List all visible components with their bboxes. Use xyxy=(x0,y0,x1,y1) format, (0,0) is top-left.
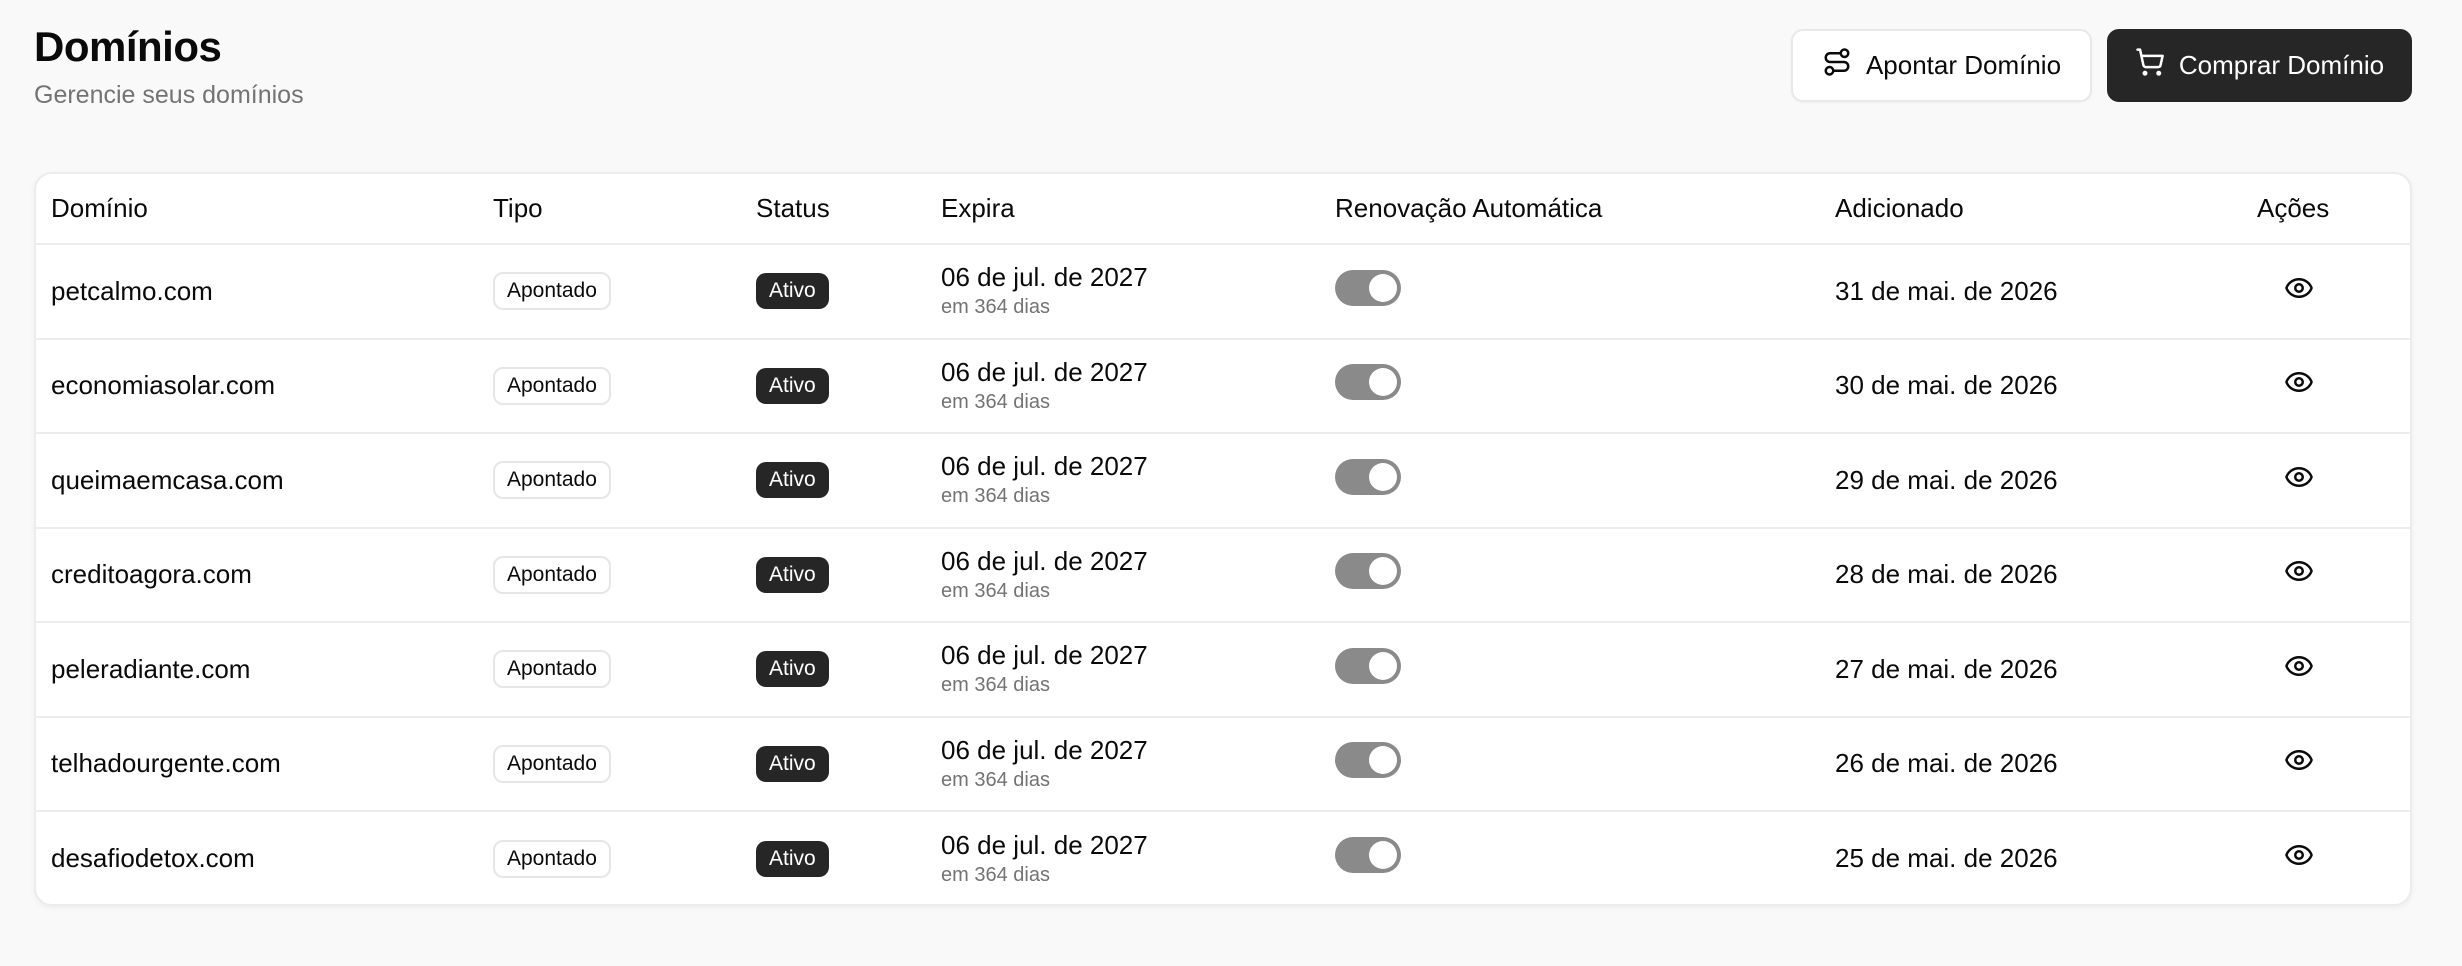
toggle-knob xyxy=(1369,462,1397,491)
type-badge: Apontado xyxy=(493,461,611,500)
auto-renew-toggle[interactable] xyxy=(1335,742,1401,779)
eye-icon[interactable] xyxy=(2284,273,2314,303)
type-badge: Apontado xyxy=(493,650,611,689)
status-badge: Ativo xyxy=(756,840,829,877)
point-domain-label: Apontar Domínio xyxy=(1865,50,2062,80)
table-row: desafiodetox.com Apontado Ativo 06 de ju… xyxy=(36,811,2410,904)
status-badge: Ativo xyxy=(756,367,829,404)
expiry-date: 06 de jul. de 2027 xyxy=(941,262,1148,293)
eye-icon[interactable] xyxy=(2284,840,2314,870)
added-date: 30 de mai. de 2026 xyxy=(1835,370,2058,401)
status-badge: Ativo xyxy=(756,273,829,310)
added-date: 27 de mai. de 2026 xyxy=(1835,653,2058,684)
column-header-domain: Domínio xyxy=(36,174,478,245)
buy-domain-label: Comprar Domínio xyxy=(2178,50,2385,80)
table-row: queimaemcasa.com Apontado Ativo 06 de ju… xyxy=(36,433,2410,528)
expiry-date: 06 de jul. de 2027 xyxy=(941,545,1148,576)
domain-name: creditoagora.com xyxy=(51,559,252,590)
column-header-added: Adicionado xyxy=(1820,174,2242,245)
expiry-relative: em 364 dias xyxy=(941,579,1050,602)
auto-renew-toggle[interactable] xyxy=(1335,364,1401,401)
added-date: 29 de mai. de 2026 xyxy=(1835,464,2058,495)
table-header-row: Domínio Tipo Status Expira Renovação Aut… xyxy=(36,174,2410,245)
eye-icon[interactable] xyxy=(2284,367,2314,397)
auto-renew-toggle[interactable] xyxy=(1335,553,1401,590)
status-badge: Ativo xyxy=(756,462,829,499)
expiry-relative: em 364 dias xyxy=(941,296,1050,319)
domains-table: Domínio Tipo Status Expira Renovação Aut… xyxy=(36,174,2410,904)
auto-renew-toggle[interactable] xyxy=(1335,837,1401,874)
toggle-knob xyxy=(1369,746,1397,775)
expiry-relative: em 364 dias xyxy=(941,485,1050,508)
auto-renew-toggle[interactable] xyxy=(1335,647,1401,684)
expiry-relative: em 364 dias xyxy=(941,863,1050,886)
toggle-knob xyxy=(1369,273,1397,302)
eye-icon[interactable] xyxy=(2284,462,2314,492)
route-icon xyxy=(1822,47,1852,84)
toggle-knob xyxy=(1369,557,1397,586)
eye-icon[interactable] xyxy=(2284,651,2314,681)
column-header-expires: Expira xyxy=(926,174,1320,245)
table-row: economiasolar.com Apontado Ativo 06 de j… xyxy=(36,339,2410,433)
added-date: 26 de mai. de 2026 xyxy=(1835,748,2058,779)
type-badge: Apontado xyxy=(493,272,611,311)
added-date: 31 de mai. de 2026 xyxy=(1835,275,2058,306)
toggle-knob xyxy=(1369,841,1397,870)
toggle-knob xyxy=(1369,368,1397,397)
toggle-knob xyxy=(1369,651,1397,680)
auto-renew-toggle[interactable] xyxy=(1335,458,1401,495)
domains-table-card: Domínio Tipo Status Expira Renovação Aut… xyxy=(34,172,2412,906)
eye-icon[interactable] xyxy=(2284,556,2314,586)
page-title: Domínios xyxy=(34,23,222,70)
buy-domain-button[interactable]: Comprar Domínio xyxy=(2107,29,2412,102)
domain-name: desafiodetox.com xyxy=(51,843,255,874)
column-header-actions: Ações xyxy=(2242,174,2410,245)
expiry-date: 06 de jul. de 2027 xyxy=(941,829,1148,860)
status-badge: Ativo xyxy=(756,556,829,593)
point-domain-button[interactable]: Apontar Domínio xyxy=(1791,29,2092,102)
added-date: 25 de mai. de 2026 xyxy=(1835,843,2058,874)
expiry-date: 06 de jul. de 2027 xyxy=(941,356,1148,387)
expiry-relative: em 364 dias xyxy=(941,674,1050,697)
expiry-relative: em 364 dias xyxy=(941,768,1050,791)
status-badge: Ativo xyxy=(756,651,829,688)
column-header-type: Tipo xyxy=(478,174,741,245)
column-header-status: Status xyxy=(741,174,926,245)
domain-name: petcalmo.com xyxy=(51,275,213,306)
auto-renew-toggle[interactable] xyxy=(1335,269,1401,306)
table-row: petcalmo.com Apontado Ativo 06 de jul. d… xyxy=(36,244,2410,339)
table-row: telhadourgente.com Apontado Ativo 06 de … xyxy=(36,717,2410,811)
eye-icon[interactable] xyxy=(2284,745,2314,775)
type-badge: Apontado xyxy=(493,839,611,878)
domain-name: queimaemcasa.com xyxy=(51,464,284,495)
type-badge: Apontado xyxy=(493,744,611,783)
domain-name: telhadourgente.com xyxy=(51,748,281,779)
domain-name: peleradiante.com xyxy=(51,653,251,684)
type-badge: Apontado xyxy=(493,366,611,405)
table-row: peleradiante.com Apontado Ativo 06 de ju… xyxy=(36,622,2410,717)
expiry-date: 06 de jul. de 2027 xyxy=(941,451,1148,482)
added-date: 28 de mai. de 2026 xyxy=(1835,559,2058,590)
expiry-date: 06 de jul. de 2027 xyxy=(941,734,1148,765)
page-subtitle: Gerencie seus domínios xyxy=(34,81,304,109)
expiry-relative: em 364 dias xyxy=(941,390,1050,413)
shopping-cart-icon xyxy=(2135,47,2165,84)
table-row: creditoagora.com Apontado Ativo 06 de ju… xyxy=(36,528,2410,622)
type-badge: Apontado xyxy=(493,555,611,594)
page-header: Domínios Gerencie seus domínios Apontar … xyxy=(34,22,2412,112)
status-badge: Ativo xyxy=(756,745,829,782)
expiry-date: 06 de jul. de 2027 xyxy=(941,640,1148,671)
domain-name: economiasolar.com xyxy=(51,370,275,401)
column-header-auto-renew: Renovação Automática xyxy=(1320,174,1820,245)
